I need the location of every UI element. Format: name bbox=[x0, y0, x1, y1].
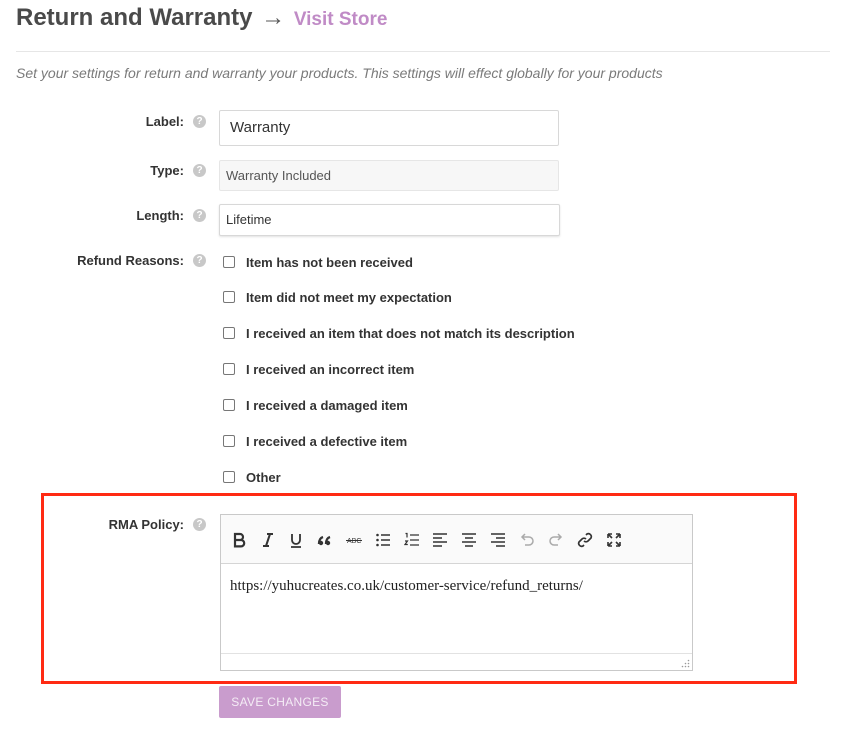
refund-reason-label: Item has not been received bbox=[246, 255, 413, 270]
checkbox[interactable] bbox=[223, 256, 235, 268]
editor-toolbar: ABC bbox=[221, 515, 692, 564]
align-center-icon[interactable] bbox=[458, 529, 480, 551]
editor-statusbar bbox=[221, 653, 692, 670]
underline-icon[interactable] bbox=[285, 529, 307, 551]
bold-icon[interactable] bbox=[228, 529, 250, 551]
refund-reason-label: I received a defective item bbox=[246, 434, 408, 449]
page-title: Return and Warranty → Visit Store bbox=[16, 4, 387, 32]
checkbox[interactable] bbox=[223, 327, 235, 339]
header-divider bbox=[16, 51, 830, 52]
help-icon[interactable]: ? bbox=[193, 164, 206, 177]
help-icon[interactable]: ? bbox=[193, 115, 206, 128]
type-field-label: Type: bbox=[150, 163, 184, 178]
checkbox[interactable] bbox=[223, 291, 235, 303]
blockquote-icon[interactable] bbox=[314, 529, 336, 551]
bullet-list-icon[interactable] bbox=[372, 529, 394, 551]
length-input[interactable]: Lifetime bbox=[219, 204, 560, 236]
rma-policy-content[interactable]: https://yuhucreates.co.uk/customer-servi… bbox=[230, 578, 583, 595]
refund-reason-label: Other bbox=[246, 470, 281, 485]
title-text: Return and Warranty bbox=[16, 4, 253, 31]
align-right-icon[interactable] bbox=[487, 529, 509, 551]
rma-policy-editor: ABC https://yuhucreates.co.uk/customer-s… bbox=[220, 514, 693, 671]
help-icon[interactable]: ? bbox=[193, 209, 206, 222]
checkbox[interactable] bbox=[223, 399, 235, 411]
visit-store-link[interactable]: Visit Store bbox=[294, 9, 388, 30]
length-field-label: Length: bbox=[136, 208, 184, 223]
save-changes-button[interactable]: Save Changes bbox=[219, 686, 341, 718]
italic-icon[interactable] bbox=[257, 529, 279, 551]
refund-reasons-label: Refund Reasons: bbox=[77, 253, 184, 268]
help-icon[interactable]: ? bbox=[193, 518, 206, 531]
refund-reason-label: I received a damaged item bbox=[246, 398, 408, 413]
redo-icon[interactable] bbox=[545, 529, 567, 551]
undo-icon[interactable] bbox=[516, 529, 538, 551]
checkbox[interactable] bbox=[223, 471, 235, 483]
align-left-icon[interactable] bbox=[429, 529, 451, 551]
type-input[interactable]: Warranty Included bbox=[219, 160, 559, 191]
refund-reason-label: Item did not meet my expectation bbox=[246, 290, 452, 305]
checkbox[interactable] bbox=[223, 363, 235, 375]
checkbox[interactable] bbox=[223, 435, 235, 447]
refund-reason-label: I received an item that does not match i… bbox=[246, 326, 575, 341]
help-icon[interactable]: ? bbox=[193, 254, 206, 267]
rma-policy-label: RMA Policy: bbox=[108, 517, 184, 532]
strikethrough-icon[interactable]: ABC bbox=[343, 529, 365, 551]
link-icon[interactable] bbox=[574, 529, 596, 551]
refund-reason-label: I received an incorrect item bbox=[246, 362, 415, 377]
arrow-icon: → bbox=[261, 4, 286, 31]
fullscreen-icon[interactable] bbox=[603, 529, 625, 551]
numbered-list-icon[interactable] bbox=[401, 529, 423, 551]
resize-handle-icon[interactable] bbox=[681, 659, 690, 668]
settings-description: Set your settings for return and warrant… bbox=[16, 65, 663, 81]
svg-text:ABC: ABC bbox=[347, 538, 361, 545]
label-input[interactable]: Warranty bbox=[219, 110, 559, 146]
label-field-label: Label: bbox=[145, 114, 184, 129]
